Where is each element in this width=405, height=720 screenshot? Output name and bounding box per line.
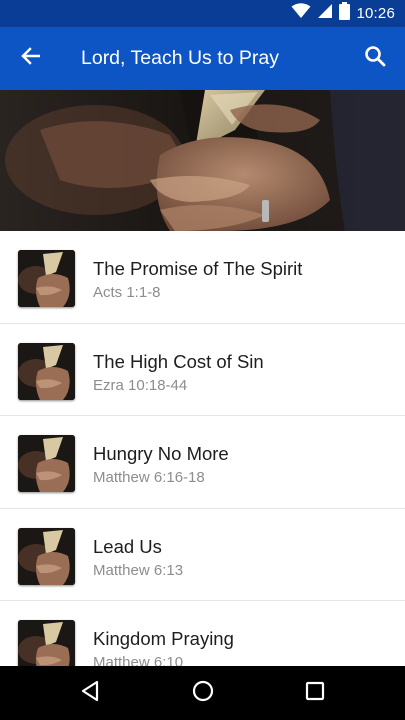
nav-recents-button[interactable] [280,666,350,720]
status-time: 10:26 [356,5,395,22]
list-item[interactable]: The High Cost of Sin Ezra 10:18-44 [0,324,405,416]
lesson-list: The Promise of The Spirit Acts 1:1-8 The… [0,231,405,666]
page-title: Lord, Teach Us to Pray [81,47,279,69]
search-button[interactable] [345,27,405,90]
battery-icon [339,2,351,25]
lesson-reference: Matthew 6:16-18 [93,469,205,486]
lesson-thumbnail [18,435,75,492]
lesson-thumbnail [18,342,75,400]
lesson-title: Hungry No More [93,443,229,464]
nav-back-icon [80,680,100,707]
lesson-reference: Matthew 6:13 [93,561,184,579]
lesson-thumbnail [18,620,75,666]
app-bar: Lord, Teach Us to Pray [0,27,405,90]
lesson-reference: Acts 1:1-8 [93,284,161,301]
list-item[interactable]: Kingdom Praying Matthew 6:10 [0,601,405,666]
lesson-title: The High Cost of Sin [93,350,264,372]
lesson-title: Kingdom Praying [93,628,234,649]
back-arrow-icon [20,46,41,71]
nav-back-button[interactable] [55,666,125,720]
lesson-title: The Promise of The Spirit [93,258,303,279]
lesson-reference: Ezra 10:18-44 [93,376,188,394]
list-item[interactable]: The Promise of The Spirit Acts 1:1-8 [0,231,405,324]
lesson-thumbnail [18,250,75,307]
back-button[interactable] [0,27,60,90]
search-icon [364,45,386,72]
status-icons: 10:26 [291,0,395,27]
wifi-icon [291,3,311,24]
status-bar: 10:26 [0,0,405,27]
nav-home-button[interactable] [168,666,238,720]
lesson-reference: Matthew 6:10 [93,654,184,666]
list-item[interactable]: Lead Us Matthew 6:13 [0,509,405,601]
screen: 10:26 Lord, Teach Us to Pray The Promise… [0,0,405,720]
lesson-title: Lead Us [93,535,162,557]
nav-recents-icon [305,681,325,706]
cell-signal-icon [317,3,333,24]
hero-image [0,90,405,231]
system-nav-bar [0,666,405,720]
lesson-thumbnail [18,527,75,585]
nav-home-icon [192,680,214,707]
list-item[interactable]: Hungry No More Matthew 6:16-18 [0,416,405,509]
